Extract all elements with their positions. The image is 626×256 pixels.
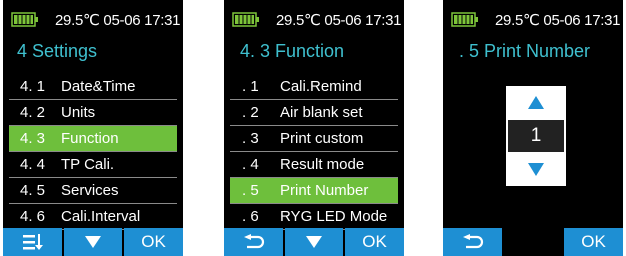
menu-item-label: Units [61,104,96,121]
down-triangle-icon [306,236,322,248]
temperature: 29.5℃ [495,12,540,29]
down-softkey[interactable] [285,228,343,256]
menu-item-function[interactable]: 4. 3 Function [9,126,177,152]
menu-item-number: 4. 2 [20,104,46,121]
menu-softkey[interactable] [3,228,62,256]
menu-item-services[interactable]: 4. 5 Services [9,178,177,204]
print-number-screen: 29.5℃ 05-06 17:31 . 5 Print Number 1 OK [443,0,623,256]
page-title: . 5 Print Number [459,41,591,61]
back-softkey[interactable] [443,228,502,256]
menu-item-air-blank-set[interactable]: . 2 Air blank set [230,100,398,126]
menu-item-number: 4. 5 [20,182,46,199]
menu-item-label: Print custom [280,130,364,147]
menu-item-number: . 1 [242,78,259,95]
status-bar: 29.5℃ 05-06 17:31 [443,9,623,33]
status-readout: 29.5℃ 05-06 17:31 [276,9,402,33]
battery-icon [11,12,38,27]
increment-button[interactable] [506,86,566,118]
page-title: 4 Settings [17,41,98,61]
page-title: 4. 3 Function [240,41,345,61]
menu-item-cali-remind[interactable]: . 1 Cali.Remind [230,74,398,100]
back-softkey[interactable] [224,228,283,256]
status-readout: 29.5℃ 05-06 17:31 [495,9,621,33]
softkey-bar: OK [3,228,183,256]
decrement-button[interactable] [506,154,566,186]
ok-softkey[interactable]: OK [124,228,183,256]
up-triangle-icon [528,96,544,109]
menu-item-label: Cali.Remind [280,78,362,95]
menu-item-number: 4. 1 [20,78,46,95]
battery-icon [232,12,259,27]
time: 17:31 [144,12,181,29]
menu-item-label: RYG LED Mode [280,208,388,225]
date: 05-06 [324,12,362,29]
menu-item-cali-interval[interactable]: 4. 6 Cali.Interval [9,204,177,230]
menu-item-label: Function [61,130,119,147]
temperature: 29.5℃ [55,12,100,29]
ok-softkey[interactable]: OK [564,228,623,256]
settings-menu: 4. 1 Date&Time 4. 2 Units 4. 3 Function … [9,74,177,230]
menu-item-number: . 5 [242,182,259,199]
function-menu: . 1 Cali.Remind . 2 Air blank set . 3 Pr… [230,74,398,230]
ok-softkey[interactable]: OK [345,228,404,256]
back-arrow-icon [243,234,264,249]
date: 05-06 [103,12,141,29]
menu-item-number: . 2 [242,104,259,121]
menu-item-number: 4. 3 [20,130,46,147]
print-number-value[interactable]: 1 [508,120,564,152]
date: 05-06 [543,12,581,29]
battery-icon [451,12,478,27]
temperature: 29.5℃ [276,12,321,29]
print-number-spinner: 1 [506,86,566,186]
menu-item-number: . 3 [242,130,259,147]
down-triangle-icon [528,163,544,176]
menu-item-print-number[interactable]: . 5 Print Number [230,178,398,204]
menu-item-tp-cali[interactable]: 4. 4 TP Cali. [9,152,177,178]
menu-item-label: Date&Time [61,78,136,95]
softkey-bar: OK [224,228,404,256]
status-readout: 29.5℃ 05-06 17:31 [55,9,181,33]
menu-item-result-mode[interactable]: . 4 Result mode [230,152,398,178]
menu-item-label: Cali.Interval [61,208,141,225]
menu-item-date-time[interactable]: 4. 1 Date&Time [9,74,177,100]
back-arrow-icon [462,234,483,249]
menu-item-label: Air blank set [280,104,363,121]
menu-item-number: 4. 4 [20,156,46,173]
down-triangle-icon [85,236,101,248]
menu-item-number: . 4 [242,156,259,173]
menu-down-icon [22,234,43,250]
time: 17:31 [365,12,402,29]
settings-screen: 29.5℃ 05-06 17:31 4 Settings 4. 1 Date&T… [3,0,183,256]
menu-item-ryg-led-mode[interactable]: . 6 RYG LED Mode [230,204,398,230]
menu-item-label: Result mode [280,156,365,173]
menu-item-label: TP Cali. [61,156,115,173]
status-bar: 29.5℃ 05-06 17:31 [224,9,404,33]
down-softkey[interactable] [64,228,122,256]
menu-item-label: Print Number [280,182,369,199]
softkey-bar: OK [443,228,623,256]
menu-item-print-custom[interactable]: . 3 Print custom [230,126,398,152]
status-bar: 29.5℃ 05-06 17:31 [3,9,183,33]
time: 17:31 [584,12,621,29]
menu-item-number: . 6 [242,208,259,225]
menu-item-label: Services [61,182,119,199]
function-screen: 29.5℃ 05-06 17:31 4. 3 Function . 1 Cali… [224,0,404,256]
menu-item-units[interactable]: 4. 2 Units [9,100,177,126]
menu-item-number: 4. 6 [20,208,46,225]
